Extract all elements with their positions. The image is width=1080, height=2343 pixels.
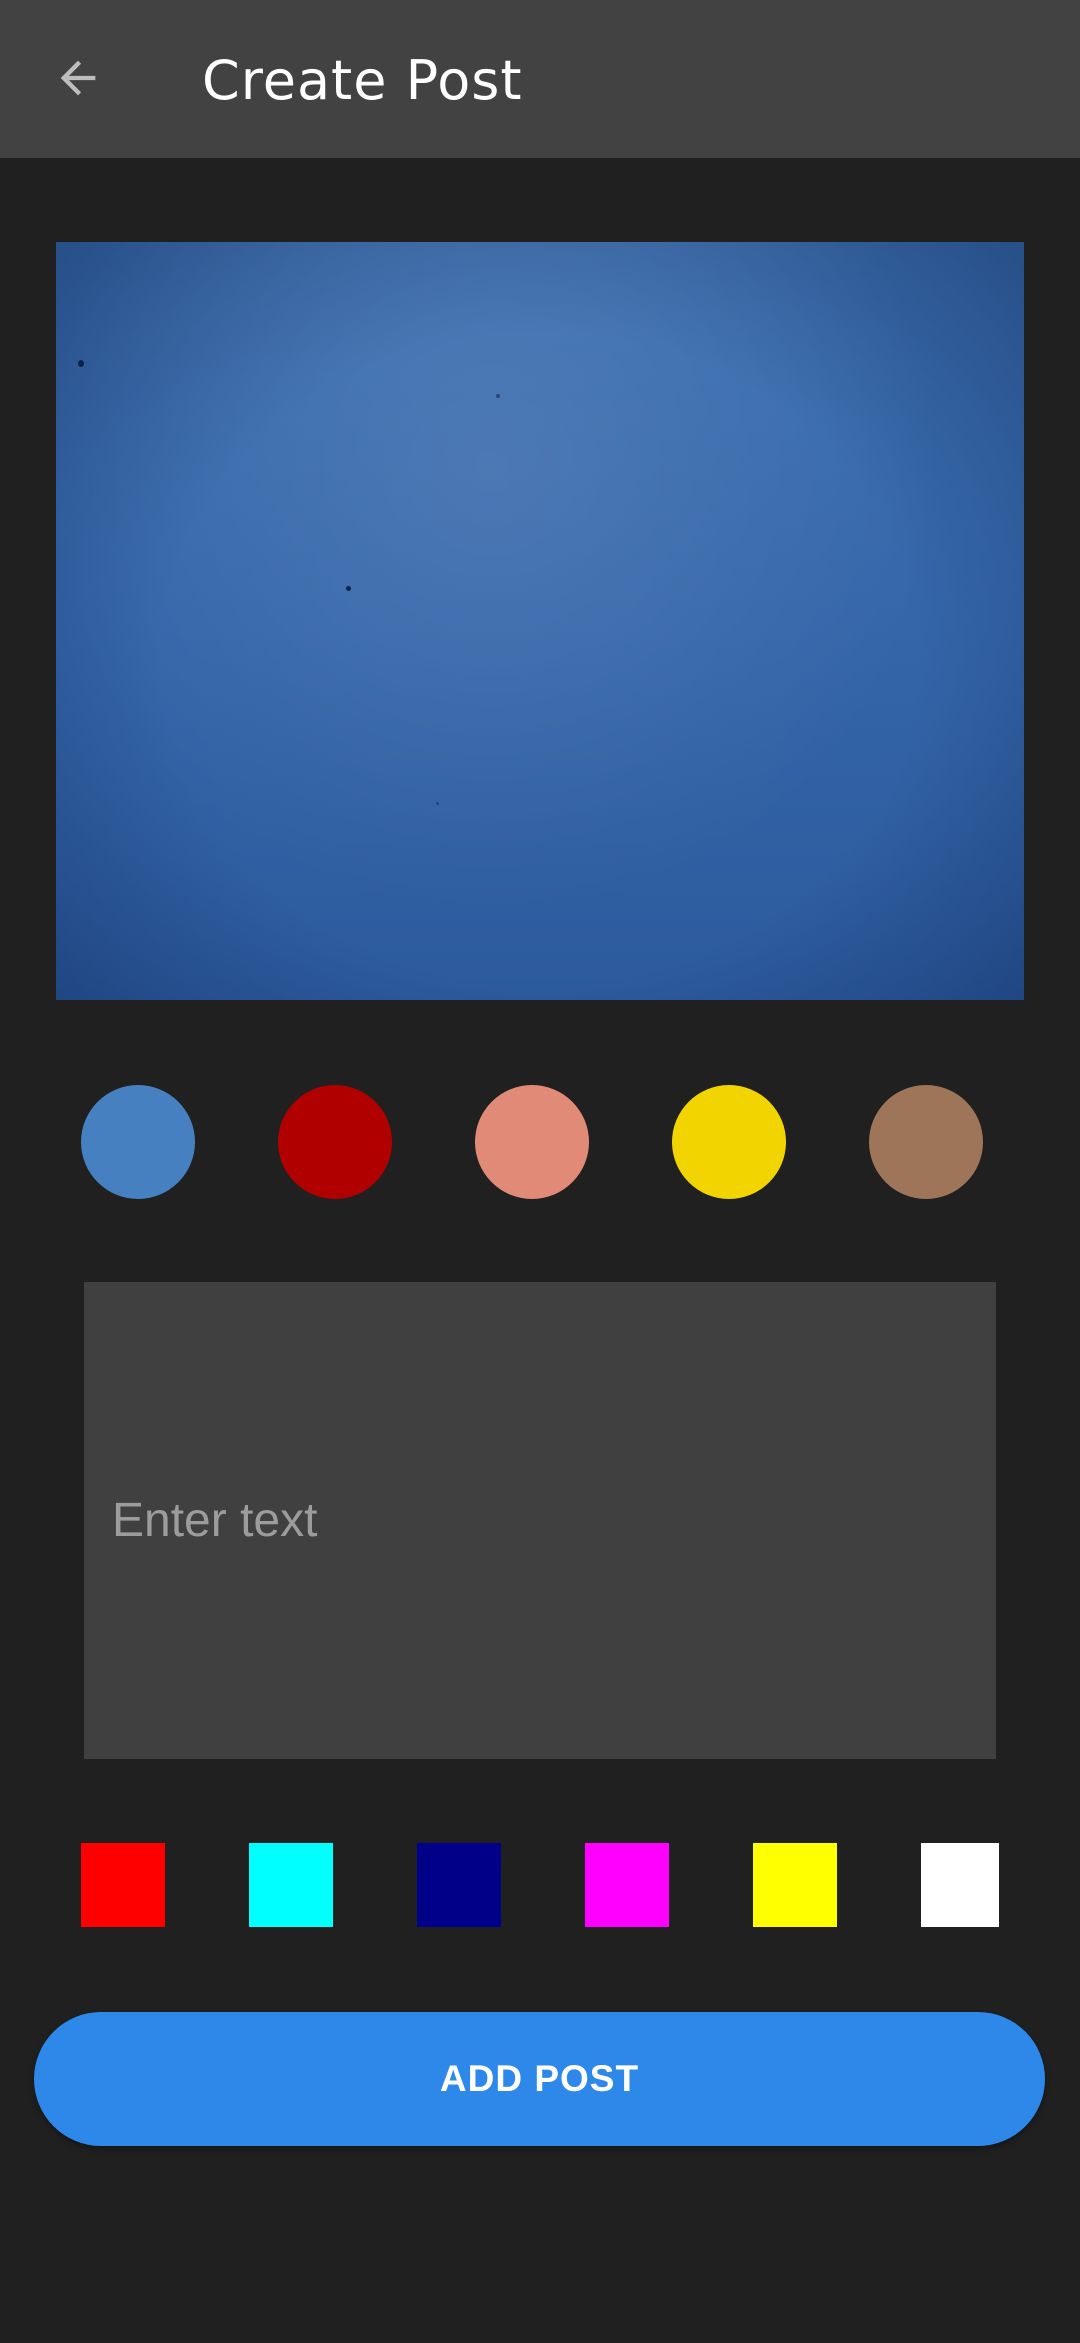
post-text-area [84,1282,996,1759]
app-bar: Create Post [0,0,1080,158]
post-preview-image [56,242,1024,1000]
texture-speck [346,586,351,591]
background-color-swatch-steel-blue[interactable] [81,1085,195,1199]
background-color-swatch-salmon[interactable] [475,1085,589,1199]
text-color-swatch-yellow[interactable] [753,1843,837,1927]
background-color-swatch-brown[interactable] [869,1085,983,1199]
text-color-swatch-white[interactable] [921,1843,999,1927]
texture-speck [436,802,439,805]
text-color-swatch-navy[interactable] [417,1843,501,1927]
text-color-swatch-red[interactable] [81,1843,165,1927]
text-color-swatch-magenta[interactable] [585,1843,669,1927]
background-color-swatch-dark-red[interactable] [278,1085,392,1199]
add-post-button[interactable]: ADD POST [34,2012,1045,2146]
page-title: Create Post [202,49,523,112]
text-color-swatch-cyan[interactable] [249,1843,333,1927]
back-button[interactable] [38,36,118,120]
texture-speck [78,360,84,367]
arrow-left-icon [60,60,96,96]
post-text-input[interactable] [112,1493,968,1548]
texture-speck [496,394,500,398]
background-color-swatch-gold[interactable] [672,1085,786,1199]
